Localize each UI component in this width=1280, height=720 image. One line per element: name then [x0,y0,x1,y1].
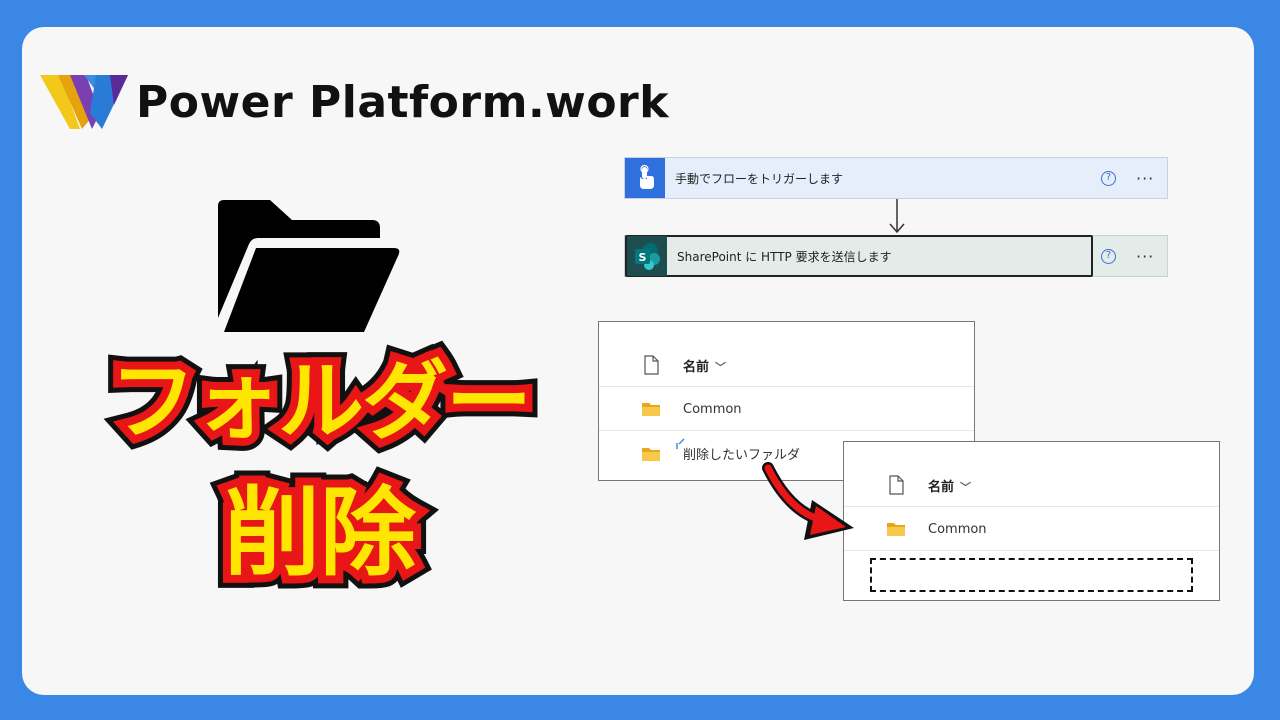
list-header-row: 名前 ﹀ [599,344,974,387]
name-column-header[interactable]: 名前 ﹀ [928,476,971,495]
flow-step-label: SharePoint に HTTP 要求を送信します [677,249,892,264]
file-icon [644,355,659,375]
more-options-icon[interactable]: ··· [1136,169,1154,188]
chevron-down-icon: ﹀ [960,480,972,494]
folder-open-icon [218,200,404,336]
folder-icon [887,523,905,536]
folder-icon [642,447,660,461]
title-line1: フォルダー [102,344,540,460]
list-item-name: 削除したいファルダ [683,448,801,463]
file-list-after: 名前 ﹀ Common [843,441,1220,601]
folder-icon [642,403,660,416]
brand-name: Power Platform.work [136,76,670,128]
flow-step-label: 手動でフローをトリガーします [675,171,844,186]
list-item[interactable]: Common [599,388,974,431]
help-icon[interactable]: ? [1101,170,1116,186]
help-icon[interactable]: ? [1101,248,1116,264]
brand: Power Platform.work [40,72,669,132]
name-column-header[interactable]: 名前 ﹀ [683,356,726,375]
red-arrow-icon [762,462,854,540]
chevron-down-icon: ﹀ [715,360,727,374]
title-line2: 削除 [216,470,424,596]
svg-text:S: S [639,251,647,264]
more-options-icon[interactable]: ··· [1136,247,1154,266]
file-icon [889,475,904,495]
connector-arrow-icon [889,199,905,234]
pp-w-logo-icon [40,75,128,129]
list-item[interactable]: Common [844,508,1219,551]
touch-trigger-icon [625,158,665,198]
flow-step-manual-trigger[interactable]: 手動でフローをトリガーします ? ··· [624,157,1168,199]
flow-step-sharepoint-http[interactable]: S SharePoint に HTTP 要求を送信します ? ··· [624,235,1168,277]
sparkle-icon [676,438,685,449]
list-header-row: 名前 ﹀ [844,464,1219,507]
deleted-item-placeholder [870,558,1193,592]
list-item-name: Common [928,521,987,537]
list-item-name: Common [683,401,742,417]
sharepoint-icon: S [627,236,667,276]
